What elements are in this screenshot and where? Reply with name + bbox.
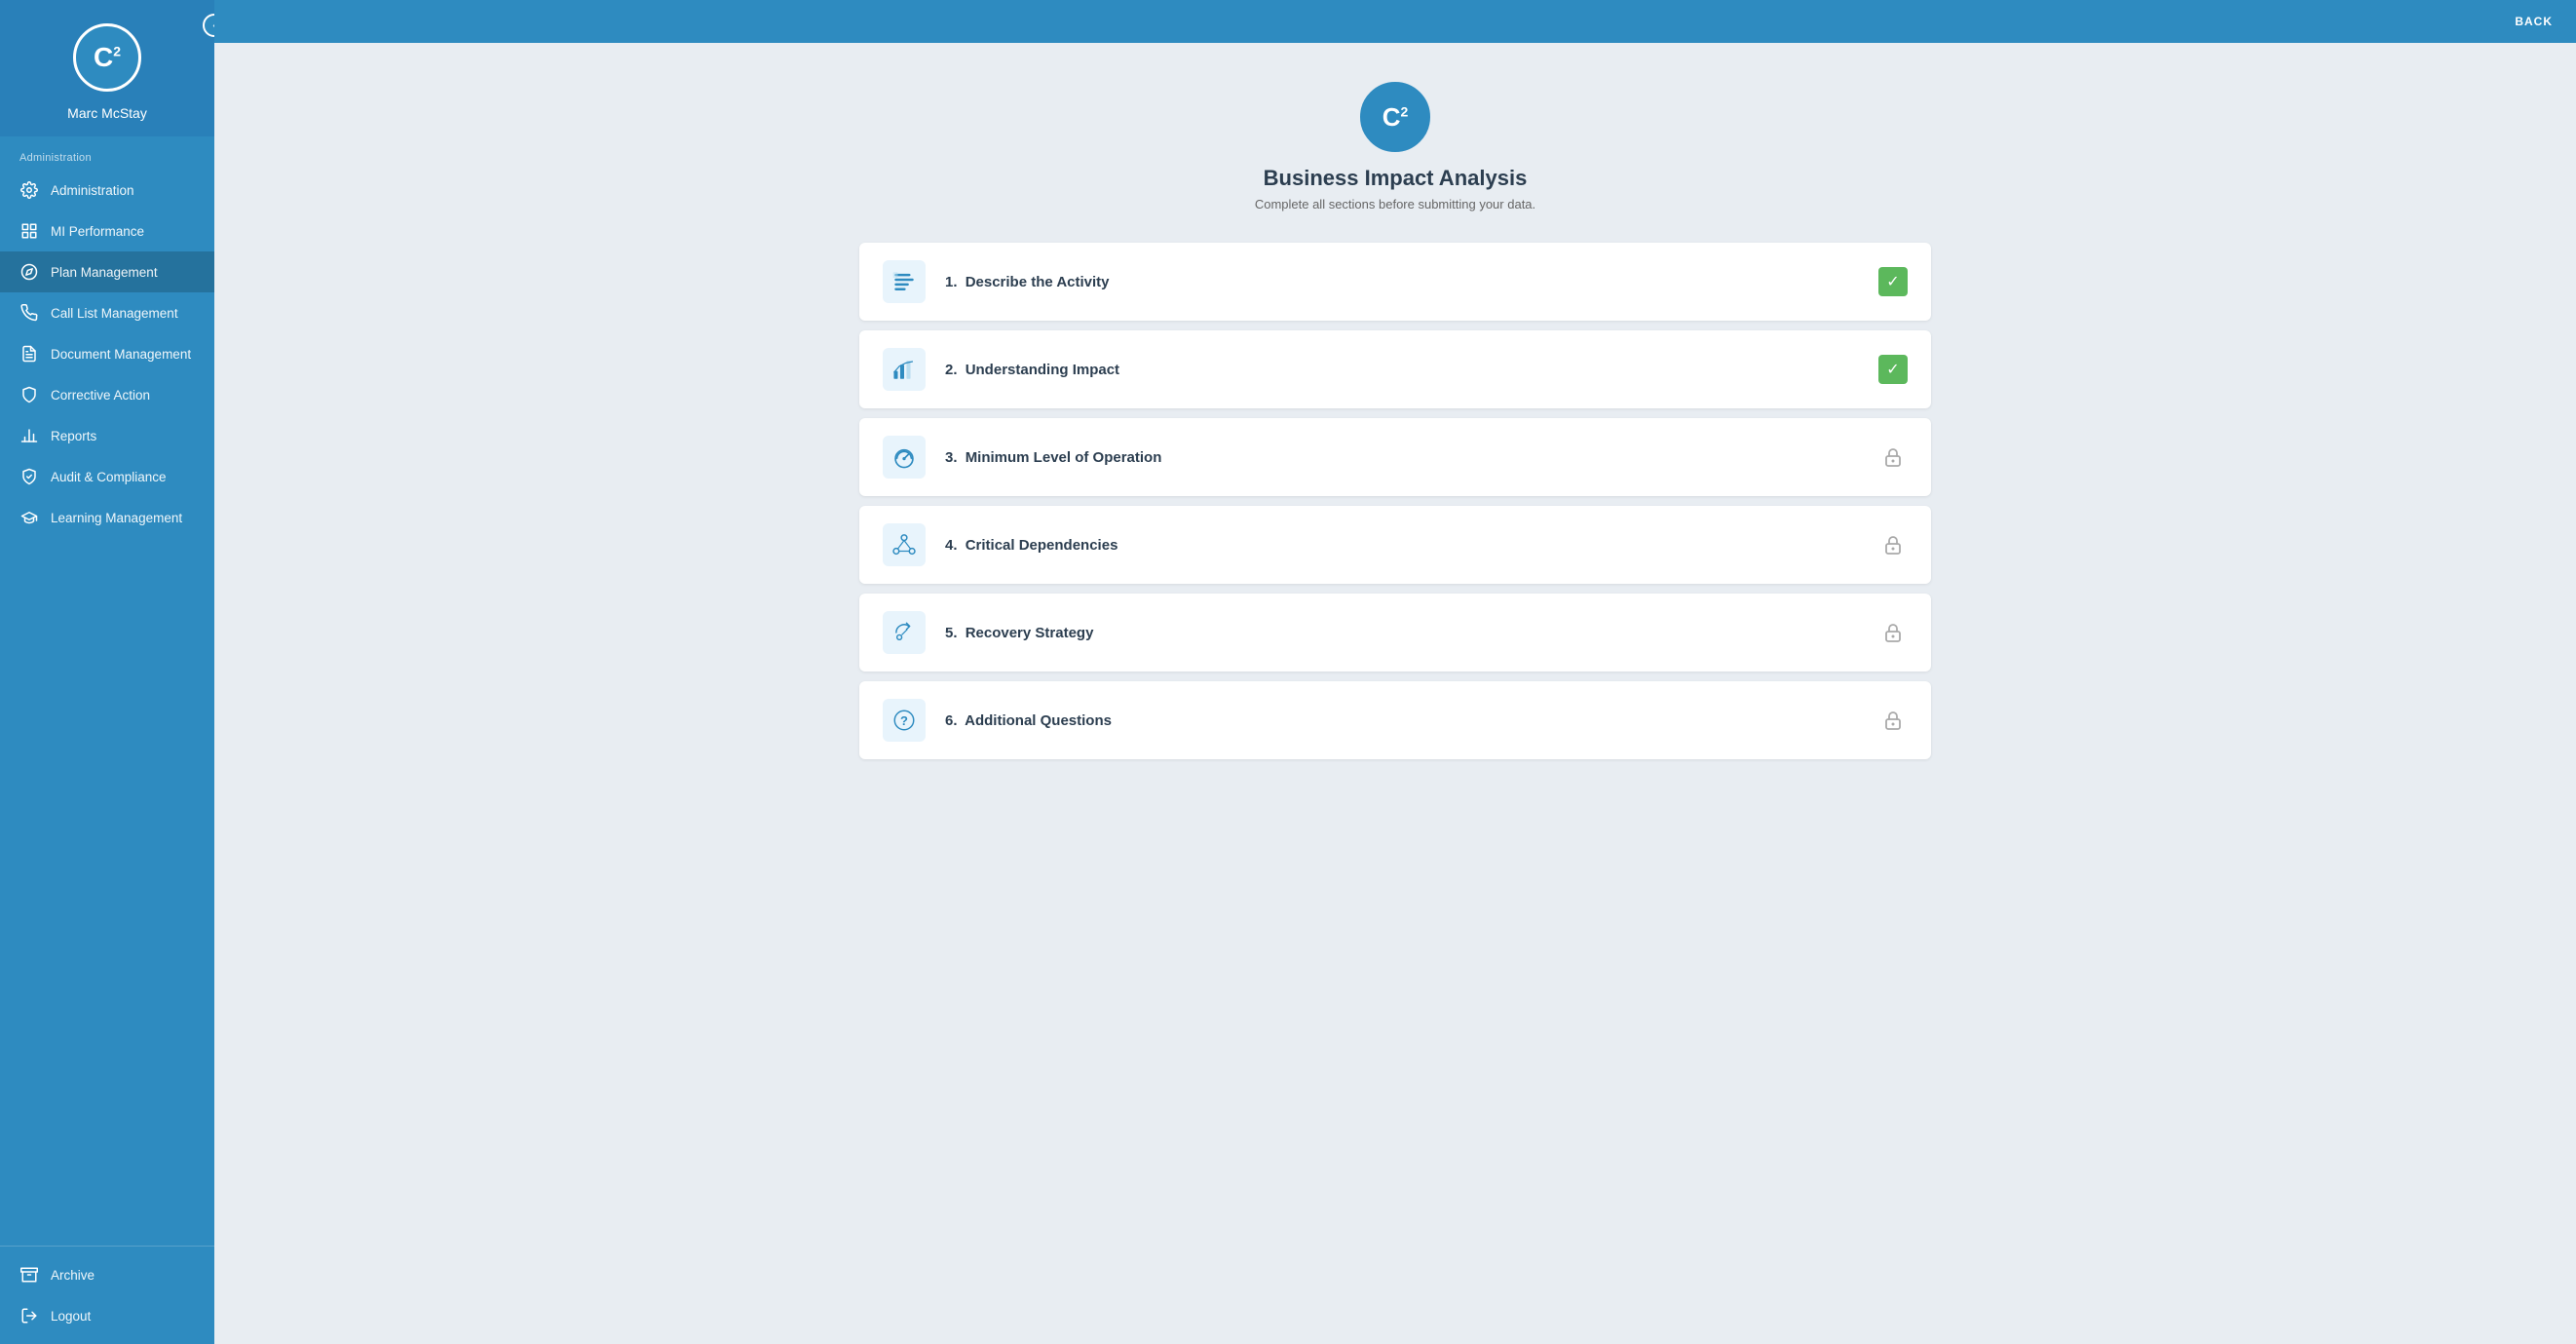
section-1-title: Describe the Activity <box>966 274 1110 290</box>
section-icon-box-2 <box>883 348 926 391</box>
sidebar-item-corrective-action-label: Corrective Action <box>51 388 150 403</box>
section-3-number: 3. <box>945 449 958 466</box>
network-icon <box>891 532 917 557</box>
section-6-status <box>1878 706 1908 735</box>
header-logo: C2 <box>1360 82 1430 152</box>
section-2-status: ✓ <box>1878 355 1908 384</box>
content-area: C2 Business Impact Analysis Complete all… <box>214 43 2576 1344</box>
sidebar-item-corrective-action[interactable]: Corrective Action <box>0 374 214 415</box>
document-icon <box>19 344 39 364</box>
back-button[interactable]: BACK <box>2515 15 2553 28</box>
sidebar-item-call-list-management-label: Call List Management <box>51 306 178 321</box>
header-logo-text: C2 <box>1383 102 1409 133</box>
sidebar-item-archive[interactable]: Archive <box>0 1254 214 1295</box>
sidebar-item-logout[interactable]: Logout <box>0 1295 214 1336</box>
sidebar-item-administration[interactable]: Administration <box>0 170 214 211</box>
gauge-icon <box>891 444 917 470</box>
lock-icon <box>1884 535 1902 555</box>
section-2-number: 2. <box>945 362 958 378</box>
section-4-number: 4. <box>945 537 958 554</box>
sidebar-item-administration-label: Administration <box>51 183 134 198</box>
section-6-number: 6. <box>945 712 958 729</box>
section-4-title: Critical Dependencies <box>966 537 1118 554</box>
sidebar-item-reports-label: Reports <box>51 429 96 443</box>
section-6-label: 6. Additional Questions <box>945 712 1859 729</box>
section-4-label: 4. Critical Dependencies <box>945 537 1859 554</box>
graduation-icon <box>19 508 39 527</box>
section-card-understanding-impact[interactable]: 2. Understanding Impact ✓ <box>859 330 1931 408</box>
sidebar-item-learning-management[interactable]: Learning Management <box>0 497 214 538</box>
lock-icon <box>1884 710 1902 730</box>
chart-icon <box>891 357 917 382</box>
section-icon-box-5 <box>883 611 926 654</box>
user-name: Marc McStay <box>67 105 147 121</box>
sidebar-item-logout-label: Logout <box>51 1309 91 1324</box>
lock-icon <box>1884 447 1902 467</box>
page-header: C2 Business Impact Analysis Complete all… <box>1255 82 1535 211</box>
sidebar-item-document-management-label: Document Management <box>51 347 191 362</box>
dashboard-icon <box>19 221 39 241</box>
section-card-additional-questions[interactable]: ? 6. Additional Questions <box>859 681 1931 759</box>
section-1-number: 1. <box>945 274 958 290</box>
sidebar-section-label: Administration <box>0 136 214 170</box>
section-1-label: 1. Describe the Activity <box>945 274 1859 290</box>
shield-icon <box>19 385 39 404</box>
phone-icon <box>19 303 39 323</box>
sidebar-logo-sup: 2 <box>113 44 121 59</box>
section-card-recovery-strategy[interactable]: 5. Recovery Strategy <box>859 594 1931 672</box>
section-2-title: Understanding Impact <box>966 362 1119 378</box>
gear-icon <box>19 180 39 200</box>
compass-icon <box>19 262 39 282</box>
recovery-icon <box>891 620 917 645</box>
bar-chart-icon <box>19 426 39 445</box>
section-5-title: Recovery Strategy <box>966 625 1094 641</box>
page-title: Business Impact Analysis <box>1264 166 1528 191</box>
section-icon-box-1 <box>883 260 926 303</box>
sidebar-item-learning-management-label: Learning Management <box>51 511 182 525</box>
question-icon: ? <box>891 708 917 733</box>
page-subtitle: Complete all sections before submitting … <box>1255 197 1535 211</box>
header-logo-sup: 2 <box>1400 103 1408 119</box>
section-1-status: ✓ <box>1878 267 1908 296</box>
sidebar-item-mi-performance[interactable]: MI Performance <box>0 211 214 251</box>
check-shield-icon <box>19 467 39 486</box>
sidebar: C2 Marc McStay ‹ Administration Administ… <box>0 0 214 1344</box>
section-4-status <box>1878 530 1908 559</box>
sidebar-item-plan-management[interactable]: Plan Management <box>0 251 214 292</box>
sidebar-item-audit-compliance[interactable]: Audit & Compliance <box>0 456 214 497</box>
section-card-critical-dependencies[interactable]: 4. Critical Dependencies <box>859 506 1931 584</box>
sidebar-item-archive-label: Archive <box>51 1268 95 1283</box>
section-card-describe-activity[interactable]: 1. Describe the Activity ✓ <box>859 243 1931 321</box>
svg-text:?: ? <box>900 713 908 728</box>
sidebar-item-plan-management-label: Plan Management <box>51 265 158 280</box>
section-3-title: Minimum Level of Operation <box>966 449 1162 466</box>
sidebar-item-call-list-management[interactable]: Call List Management <box>0 292 214 333</box>
main-content: BACK C2 Business Impact Analysis Complet… <box>214 0 2576 1344</box>
text-icon <box>891 269 917 294</box>
section-5-status <box>1878 618 1908 647</box>
archive-icon <box>19 1265 39 1285</box>
sidebar-bottom: Archive Logout <box>0 1246 214 1344</box>
sidebar-logo-text: C2 <box>94 44 121 71</box>
section-icon-box-3 <box>883 436 926 479</box>
sidebar-item-reports[interactable]: Reports <box>0 415 214 456</box>
section-icon-box-4 <box>883 523 926 566</box>
lock-icon <box>1884 623 1902 642</box>
section-6-title: Additional Questions <box>965 712 1112 729</box>
logo-area: C2 Marc McStay <box>0 0 214 136</box>
logout-icon <box>19 1306 39 1325</box>
section-5-number: 5. <box>945 625 958 641</box>
section-icon-box-6: ? <box>883 699 926 742</box>
sections-container: 1. Describe the Activity ✓ 2. <box>859 243 1931 759</box>
section-card-minimum-level[interactable]: 3. Minimum Level of Operation <box>859 418 1931 496</box>
top-bar: BACK <box>214 0 2576 43</box>
section-2-label: 2. Understanding Impact <box>945 362 1859 378</box>
sidebar-item-audit-compliance-label: Audit & Compliance <box>51 470 167 484</box>
sidebar-item-document-management[interactable]: Document Management <box>0 333 214 374</box>
sidebar-logo: C2 <box>73 23 141 92</box>
sidebar-item-mi-performance-label: MI Performance <box>51 224 144 239</box>
section-5-label: 5. Recovery Strategy <box>945 625 1859 641</box>
section-3-status <box>1878 442 1908 472</box>
section-3-label: 3. Minimum Level of Operation <box>945 449 1859 466</box>
